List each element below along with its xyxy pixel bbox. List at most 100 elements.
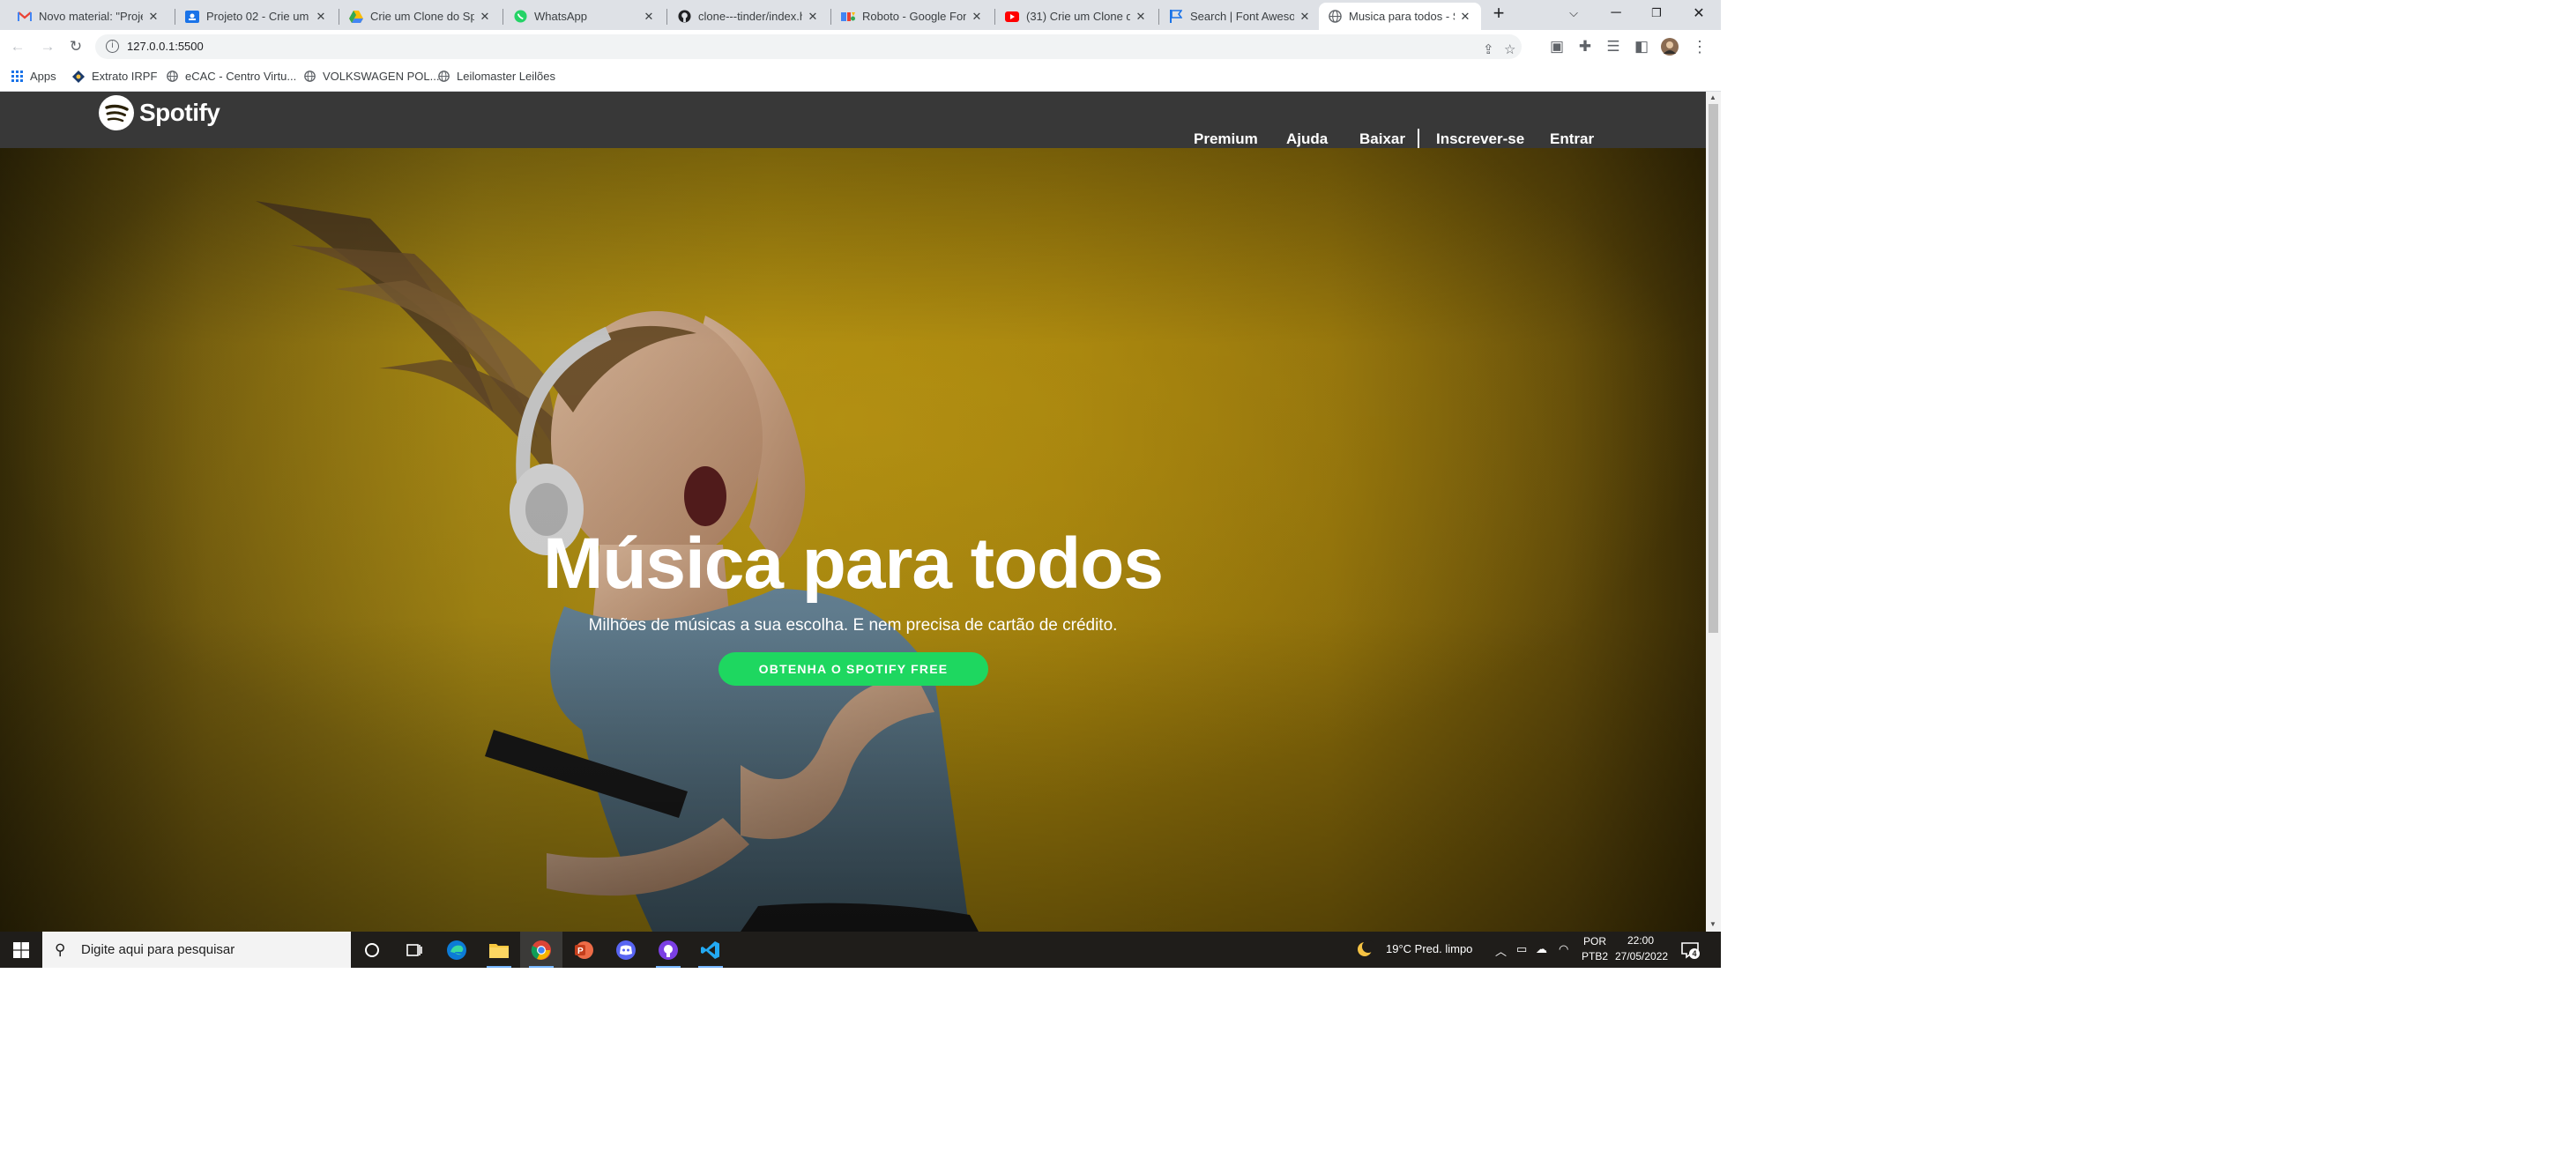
bookmark-ecac[interactable]: eCAC - Centro Virtu... (166, 70, 296, 83)
tab-title: Projeto 02 - Crie um C (206, 10, 310, 23)
nav-divider (1418, 129, 1419, 148)
restore-button[interactable]: ❐ (1636, 0, 1677, 26)
tab-search-icon[interactable]: ⌵ (1553, 0, 1594, 26)
edge-icon[interactable] (436, 932, 478, 968)
bookmark-leilomaster[interactable]: Leilomaster Leilões (437, 70, 555, 83)
tab-title: Search | Font Awesom (1190, 10, 1294, 23)
scroll-down-arrow[interactable]: ▼ (1709, 920, 1716, 928)
windows-icon (13, 941, 29, 958)
nav-entrar[interactable]: Entrar (1550, 130, 1594, 148)
side-panel-icon[interactable]: ◧ (1633, 38, 1650, 56)
svg-text:P: P (577, 947, 584, 956)
close-icon[interactable]: ✕ (806, 10, 820, 24)
tab-gmail[interactable]: Novo material: "Proje ✕ (9, 3, 169, 30)
bookmark-extrato-irpf[interactable]: Extrato IRPF (72, 70, 157, 83)
notification-center-icon[interactable]: 4 (1680, 940, 1700, 960)
share-icon[interactable]: ⇪ (1483, 41, 1494, 57)
scrollbar-thumb[interactable] (1709, 104, 1718, 633)
discord-icon[interactable] (605, 932, 647, 968)
tab-spotify-active[interactable]: Musica para todos - S ✕ (1319, 3, 1481, 30)
tab-title: WhatsApp (534, 10, 587, 23)
get-spotify-free-button[interactable]: OBTENHA O SPOTIFY FREE (718, 652, 988, 686)
new-tab-button[interactable]: + (1479, 0, 1518, 26)
nav-inscrever-se[interactable]: Inscrever-se (1436, 130, 1524, 148)
tab-strip: Novo material: "Proje ✕ Projeto 02 - Cri… (0, 0, 1721, 30)
close-icon[interactable]: ✕ (1298, 10, 1312, 24)
vscode-icon[interactable] (689, 932, 732, 968)
powerpoint-icon[interactable]: P (562, 932, 605, 968)
drive-icon (349, 10, 363, 24)
close-icon[interactable]: ✕ (146, 10, 160, 24)
github-desktop-icon[interactable] (647, 932, 689, 968)
clock-time[interactable]: 22:00 (1627, 934, 1654, 947)
tab-font-awesome[interactable]: Search | Font Awesom ✕ (1160, 3, 1321, 30)
spotify-icon (99, 95, 134, 130)
nav-baixar[interactable]: Baixar (1359, 130, 1405, 148)
gmail-icon (18, 10, 32, 24)
keyboard-layout[interactable]: PTB2 (1582, 950, 1608, 962)
nav-ajuda[interactable]: Ajuda (1286, 130, 1328, 148)
tab-title: Crie um Clone do Spo (370, 10, 474, 23)
tab-whatsapp[interactable]: WhatsApp ✕ (504, 3, 665, 30)
bookmark-label: eCAC - Centro Virtu... (185, 70, 297, 83)
close-icon[interactable]: ✕ (970, 10, 984, 24)
onedrive-cloud-icon[interactable]: ☁ (1536, 942, 1547, 956)
bookmark-apps[interactable]: Apps (11, 70, 56, 83)
taskbar-search[interactable]: ⚲ Digite aqui para pesquisar (42, 932, 351, 968)
spotify-logo[interactable]: Spotify (99, 94, 220, 131)
close-icon[interactable]: ✕ (642, 10, 656, 24)
spotify-wordmark: Spotify (139, 99, 220, 126)
tab-title: Musica para todos - S (1349, 10, 1455, 23)
cast-icon[interactable]: ▣ (1548, 38, 1566, 56)
search-icon: ⚲ (55, 940, 66, 958)
tab-title: clone---tinder/index.h (698, 10, 802, 23)
chevron-up-icon[interactable]: ︿ (1495, 942, 1507, 959)
forward-button[interactable]: → (39, 38, 56, 56)
bookmark-star-icon[interactable]: ☆ (1504, 41, 1515, 57)
notification-count: 4 (1689, 948, 1700, 959)
weather-moon-icon[interactable] (1356, 940, 1374, 961)
close-icon[interactable]: ✕ (1134, 10, 1148, 24)
reading-list-icon[interactable]: ☰ (1604, 38, 1622, 56)
close-icon[interactable]: ✕ (1458, 10, 1472, 24)
tab-youtube[interactable]: (31) Crie um Clone do ✕ (996, 3, 1157, 30)
cortana-icon[interactable] (351, 932, 393, 968)
profile-avatar[interactable] (1661, 38, 1679, 56)
scroll-up-arrow[interactable]: ▲ (1709, 93, 1716, 101)
chrome-icon[interactable] (520, 932, 562, 968)
hero-title: Música para todos (543, 524, 1164, 604)
task-view-icon[interactable] (393, 932, 436, 968)
bookmarks-bar: Apps Extrato IRPF eCAC - Centro Virtu...… (0, 63, 1721, 92)
tab-github[interactable]: clone---tinder/index.h ✕ (668, 3, 829, 30)
close-window-button[interactable]: ✕ (1679, 0, 1719, 26)
weather-text[interactable]: 19°C Pred. limpo (1386, 942, 1472, 955)
tab-drive[interactable]: Crie um Clone do Spo ✕ (340, 3, 501, 30)
close-icon[interactable]: ✕ (478, 10, 492, 24)
google-fonts-icon (841, 10, 855, 24)
browser-toolbar: ← → ↻ i 127.0.0.1:5500 ⇪ ☆ ▣ ✚ ☰ ◧ ⋮ (0, 30, 1721, 63)
close-icon[interactable]: ✕ (314, 10, 328, 24)
network-icon[interactable]: ◠ (1559, 942, 1568, 956)
file-explorer-icon[interactable] (478, 932, 520, 968)
tab-classroom[interactable]: Projeto 02 - Crie um C ✕ (176, 3, 337, 30)
more-menu-icon[interactable]: ⋮ (1691, 38, 1709, 56)
nav-premium[interactable]: Premium (1194, 130, 1258, 148)
bookmark-volkswagen[interactable]: VOLKSWAGEN POL... (303, 70, 439, 83)
minimize-button[interactable]: ─ (1596, 0, 1636, 26)
start-button[interactable] (0, 932, 42, 968)
site-info-icon[interactable]: i (106, 40, 119, 53)
back-button[interactable]: ← (9, 38, 26, 56)
tab-google-fonts[interactable]: Roboto - Google Fonts ✕ (832, 3, 993, 30)
reload-button[interactable]: ↻ (67, 38, 85, 56)
battery-icon[interactable]: ▭ (1516, 942, 1527, 956)
address-bar[interactable]: i 127.0.0.1:5500 ⇪ ☆ (95, 34, 1522, 59)
extensions-icon[interactable]: ✚ (1576, 38, 1594, 56)
apps-grid-icon (11, 71, 23, 83)
clock-date[interactable]: 27/05/2022 (1615, 950, 1668, 962)
github-icon (677, 10, 691, 24)
page-scrollbar[interactable]: ▲ ▼ (1706, 92, 1721, 932)
language-indicator[interactable]: POR (1583, 935, 1606, 947)
windows-taskbar: ⚲ Digite aqui para pesquisar P 19°C Pred… (0, 932, 1721, 968)
bookmark-label: Extrato IRPF (92, 70, 158, 83)
bookmark-label: VOLKSWAGEN POL... (323, 70, 440, 83)
